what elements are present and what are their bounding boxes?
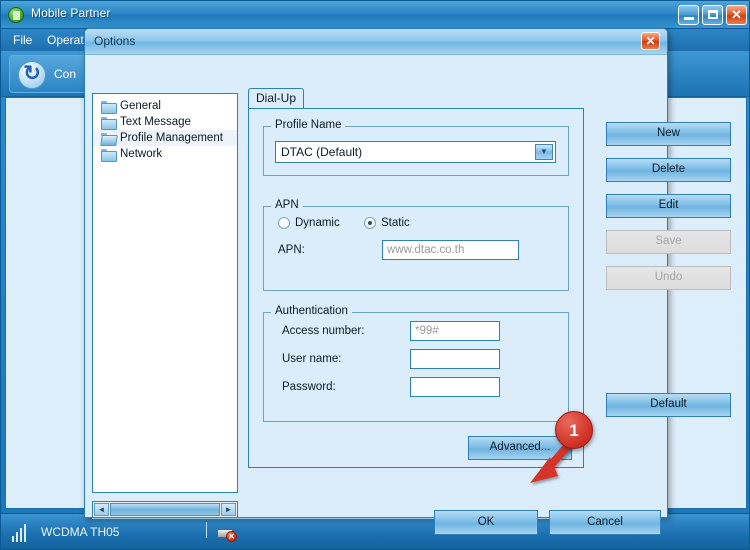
profile-action-buttons: New Delete Edit Save Undo Default (593, 108, 731, 468)
new-button[interactable]: New (606, 122, 731, 146)
signal-bars-icon (12, 524, 28, 542)
options-titlebar: Options ✕ (85, 29, 667, 55)
tree-item-label: Text Message (120, 116, 191, 128)
maximize-icon (708, 10, 718, 19)
modem-error-badge: ✕ (226, 531, 237, 542)
chevron-down-icon[interactable]: ▼ (535, 144, 553, 160)
tree-item-label: General (120, 100, 161, 112)
tree-item-text-message[interactable]: Text Message (93, 114, 237, 130)
modem-disconnected-icon[interactable]: ✕ (217, 527, 237, 542)
profile-name-group: Profile Name DTAC (Default) ▼ (263, 119, 569, 176)
radio-dynamic-indicator (278, 217, 290, 229)
connection-button-label: Con (54, 67, 77, 81)
tree-item-network[interactable]: Network (93, 146, 237, 162)
profile-name-group-title: Profile Name (271, 119, 346, 131)
profile-name-combobox[interactable]: DTAC (Default) ▼ (275, 141, 556, 163)
folder-icon (101, 116, 117, 130)
tree-item-label: Profile Management (120, 132, 223, 144)
tree-item-general[interactable]: General (93, 98, 237, 114)
authentication-group-title: Authentication (271, 305, 352, 317)
menu-item-operation[interactable]: Operat (43, 32, 88, 48)
maximize-button[interactable] (702, 5, 723, 25)
window-controls: ✕ (678, 5, 747, 25)
radio-apn-dynamic[interactable]: Dynamic (278, 217, 340, 229)
scroll-right-arrow-icon[interactable]: ► (221, 503, 236, 516)
radio-static-indicator (364, 217, 376, 229)
scrollbar-thumb[interactable] (110, 503, 220, 516)
options-category-tree[interactable]: General Text Message Profile Management … (92, 93, 238, 493)
status-network-label: WCDMA TH05 (41, 525, 120, 539)
main-titlebar: Mobile Partner ✕ (1, 1, 749, 29)
ok-button[interactable]: OK (434, 510, 538, 535)
radio-static-label: Static (381, 217, 410, 229)
authentication-group: Authentication Access number: *99# User … (263, 305, 569, 422)
user-name-label: User name: (282, 353, 342, 365)
options-title: Options (94, 34, 136, 48)
close-button[interactable]: ✕ (726, 5, 747, 25)
status-separator (206, 522, 207, 538)
refresh-circle-icon (18, 61, 46, 89)
tab-dial-up[interactable]: Dial-Up (248, 88, 305, 108)
apn-input[interactable]: www.dtac.co.th (382, 240, 519, 260)
options-close-button[interactable]: ✕ (641, 32, 660, 50)
app-title: Mobile Partner (31, 6, 111, 20)
access-number-input[interactable]: *99# (410, 321, 500, 341)
minimize-button[interactable] (678, 5, 699, 25)
save-button: Save (606, 230, 731, 254)
folder-open-icon (101, 132, 115, 144)
minimize-icon (684, 17, 694, 20)
cancel-button[interactable]: Cancel (549, 510, 661, 535)
dial-up-tab-page: Profile Name DTAC (Default) ▼ APN Dynami… (248, 108, 584, 468)
radio-apn-static[interactable]: Static (364, 217, 410, 229)
tab-strip: Dial-Up (248, 88, 578, 108)
tree-item-label: Network (120, 148, 163, 160)
folder-icon (101, 100, 117, 114)
access-number-label: Access number: (282, 325, 365, 337)
radio-dynamic-label: Dynamic (295, 217, 340, 229)
delete-button[interactable]: Delete (606, 158, 731, 182)
default-button[interactable]: Default (606, 393, 731, 417)
undo-button: Undo (606, 266, 731, 290)
profile-name-value: DTAC (Default) (281, 145, 363, 159)
screen: Mobile Partner ✕ File Operat Con (0, 0, 750, 550)
apn-group: APN Dynamic Static APN: www.dtac.co.th (263, 199, 569, 291)
user-name-input[interactable] (410, 349, 500, 369)
password-input[interactable] (410, 377, 500, 397)
scroll-left-arrow-icon[interactable]: ◄ (94, 503, 109, 516)
app-globe-icon (8, 7, 24, 23)
apn-field-label: APN: (278, 244, 305, 256)
folder-icon (101, 148, 117, 162)
tree-horizontal-scrollbar[interactable]: ◄ ► (92, 501, 238, 518)
edit-button[interactable]: Edit (606, 194, 731, 218)
apn-group-title: APN (271, 199, 303, 211)
annotation-badge-1: 1 (555, 411, 593, 449)
menu-item-file[interactable]: File (9, 32, 36, 48)
password-label: Password: (282, 381, 336, 393)
close-icon: ✕ (731, 7, 742, 22)
tree-item-profile-management[interactable]: Profile Management (93, 130, 237, 146)
